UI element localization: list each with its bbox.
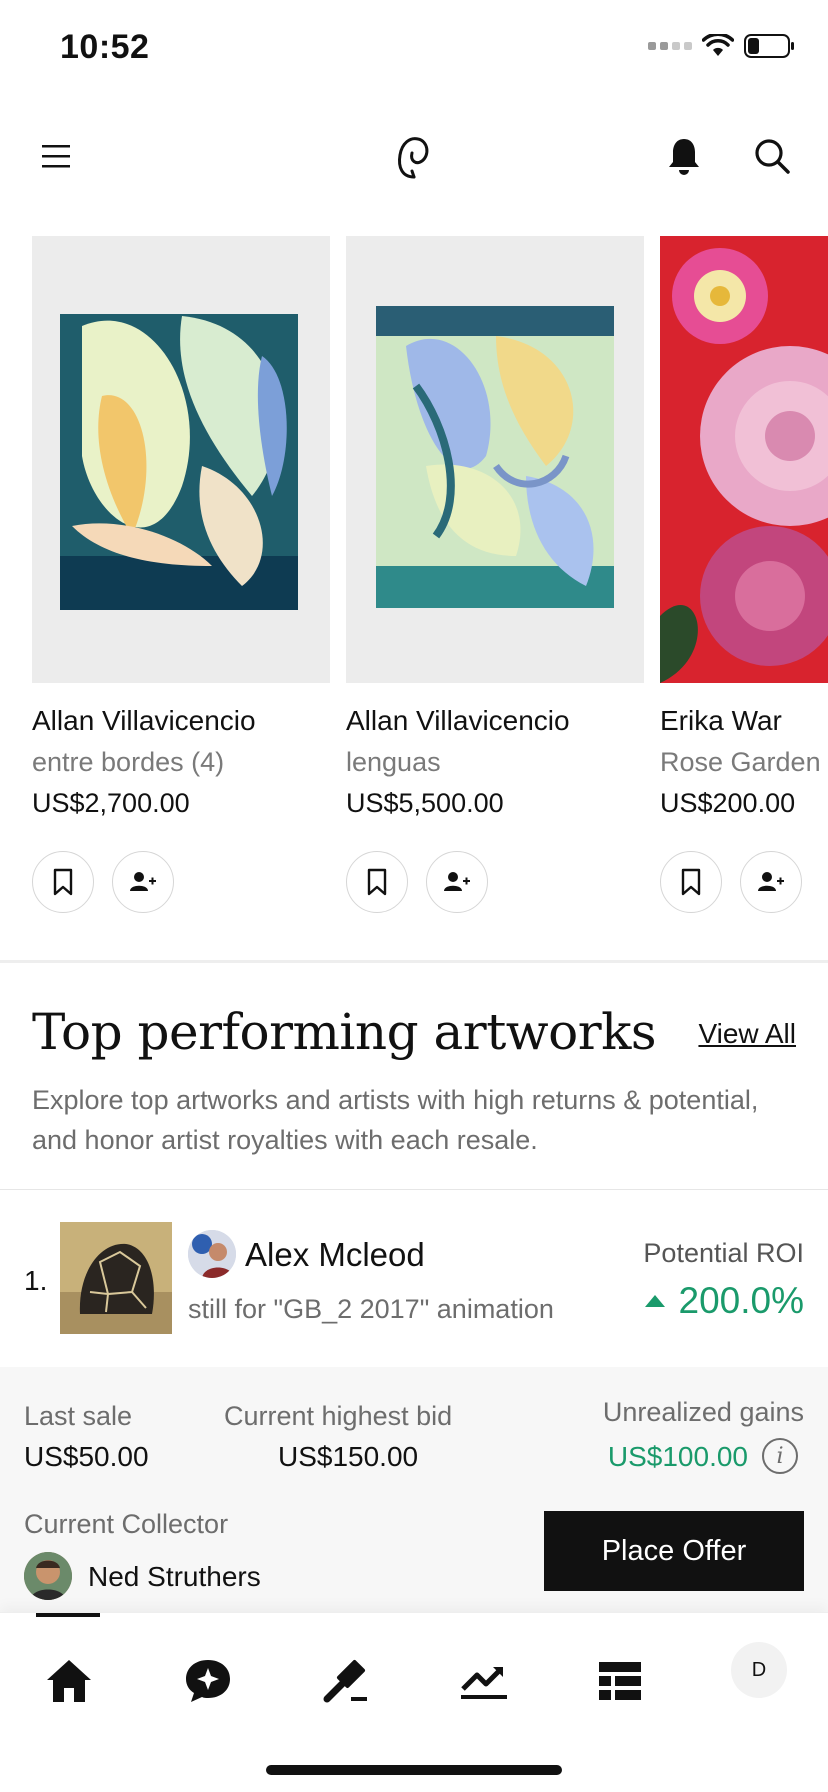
artwork-image[interactable] [346,236,644,683]
add-user-icon [130,872,156,891]
tab-profile-avatar[interactable]: D [731,1642,787,1698]
place-offer-button[interactable]: Place Offer [544,1511,804,1591]
cellular-signal-icon [648,42,692,50]
view-all-link[interactable]: View All [698,1018,796,1050]
card-artist-name[interactable]: Allan Villavicencio [346,705,644,737]
follow-artist-button[interactable] [426,851,488,913]
collector-avatar[interactable] [24,1552,72,1600]
tab-auctions[interactable] [313,1649,377,1713]
artist-avatar[interactable] [188,1230,236,1278]
card-actions [32,851,330,913]
section-divider [0,960,828,963]
sculpture-image [60,1222,172,1334]
artwork-card[interactable]: Erika War Rose Garden US$200.00 [660,236,828,913]
unrealized-gains-label: Unrealized gains [602,1397,804,1427]
follow-artist-button[interactable] [740,851,802,913]
status-time: 10:52 [60,28,150,66]
flower-photo-image [660,236,828,683]
artwork-thumbnail[interactable] [60,1222,172,1334]
save-artwork-button[interactable] [346,851,408,913]
card-actions [346,851,644,913]
card-artwork-title[interactable]: Rose Garden [660,747,828,778]
tab-lists[interactable] [588,1649,652,1713]
highest-bid-label: Current highest bid [224,1401,453,1431]
add-user-icon [444,872,470,891]
card-price: US$200.00 [660,788,796,818]
info-icon[interactable]: i [762,1438,798,1474]
add-user-icon [758,872,784,891]
artist-avatar-image [188,1230,236,1278]
last-sale-label: Last sale [24,1401,133,1431]
bookmark-icon [681,868,701,896]
abstract-painting-image [32,236,330,683]
list-icon [599,1662,641,1700]
card-price: US$5,500.00 [346,788,504,818]
roi-percent: 200.0% [678,1280,805,1321]
last-sale-value: US$50.00 [24,1441,149,1472]
collector-name[interactable]: Ned Struthers [88,1561,261,1593]
artwork-title[interactable]: still for "GB_2 2017" animation [188,1294,554,1325]
save-artwork-button[interactable] [660,851,722,913]
section-title: Top performing artworks [32,1003,657,1061]
abstract-painting-image [346,236,644,683]
battery-icon [744,34,794,58]
search-icon[interactable] [744,128,800,184]
artist-name[interactable]: Alex Mcleod [245,1236,425,1274]
section-description: Explore top artworks and artists with hi… [32,1085,759,1155]
follow-artist-button[interactable] [112,851,174,913]
home-indicator[interactable] [266,1765,562,1775]
artwork-card[interactable]: Allan Villavicencio lenguas US$5,500.00 [346,236,644,913]
tab-performance[interactable] [452,1649,516,1713]
divider [0,1189,828,1190]
roi-label: Potential ROI [643,1238,804,1268]
card-price: US$2,700.00 [32,788,190,818]
app-logo-icon[interactable] [386,128,442,184]
card-artist-name[interactable]: Allan Villavicencio [32,705,330,737]
unrealized-gains-value: US$100.00 [607,1441,748,1472]
save-artwork-button[interactable] [32,851,94,913]
status-icons [648,34,796,58]
collector-avatar-image [24,1552,72,1600]
active-tab-indicator [36,1613,100,1617]
hamburger-menu-icon[interactable] [28,128,84,184]
trending-chart-icon [461,1667,507,1699]
bookmark-icon [53,868,73,896]
card-actions [660,851,828,913]
arrow-up-icon [644,1295,665,1307]
highest-bid-value: US$150.00 [278,1441,419,1472]
tab-home[interactable] [37,1649,101,1713]
artwork-card[interactable]: Allan Villavicencio entre bordes (4) US$… [32,236,330,913]
app-header [0,100,828,210]
tab-discover[interactable] [176,1649,240,1713]
artwork-image[interactable] [660,236,828,683]
card-artist-name[interactable]: Erika War [660,705,828,737]
chat-spark-icon [186,1660,230,1702]
auction-gavel-icon [323,1659,367,1703]
current-collector-label: Current Collector [24,1509,229,1539]
artwork-image[interactable] [32,236,330,683]
card-artwork-title[interactable]: entre bordes (4) [32,747,330,778]
status-bar: 10:52 [0,0,828,100]
wifi-icon [702,34,734,56]
bookmark-icon [367,868,387,896]
card-artwork-title[interactable]: lenguas [346,747,644,778]
bell-icon[interactable] [656,128,712,184]
artwork-carousel[interactable]: Allan Villavicencio entre bordes (4) US$… [32,236,828,926]
roi-value: 200.0% [644,1280,805,1322]
home-icon [47,1660,91,1702]
rank-number: 1. [24,1265,48,1296]
